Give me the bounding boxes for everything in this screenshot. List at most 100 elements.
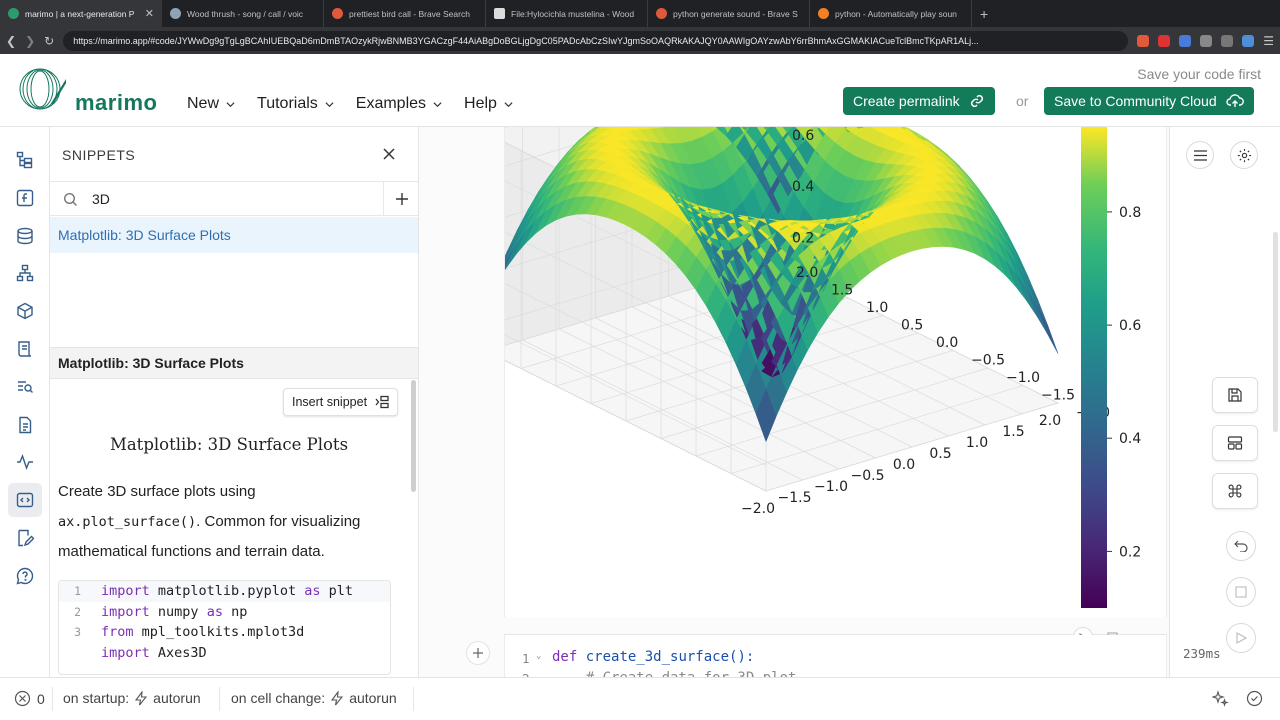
activity-icon[interactable]	[8, 453, 42, 471]
notebook-scrollbar[interactable]	[1273, 232, 1278, 432]
extension-icon[interactable]	[1158, 34, 1171, 47]
document-icon[interactable]	[8, 416, 42, 434]
startup-setting[interactable]: on startup: autorun	[63, 690, 201, 706]
panel-scrollbar[interactable]	[411, 380, 416, 492]
x-tick-label: −0.5	[851, 468, 885, 484]
download-icon[interactable]	[1221, 34, 1234, 47]
database-icon[interactable]	[8, 227, 42, 245]
z-tick-label: 0.2	[792, 230, 814, 246]
menu-tutorials[interactable]: Tutorials	[257, 95, 334, 113]
code-line: import Axes3D	[59, 643, 390, 664]
function-icon[interactable]	[8, 189, 42, 207]
x-tick-label: −2.0	[741, 501, 775, 517]
close-icon[interactable]	[382, 147, 396, 161]
file-tree-icon[interactable]	[8, 151, 42, 169]
colorbar-tick-label: 0.4	[1119, 431, 1141, 447]
browser-menu-icon[interactable]: ☰	[1263, 34, 1274, 48]
x-tick-label: 0.5	[929, 446, 951, 462]
x-tick-label: −1.5	[778, 490, 812, 506]
interrupt-button[interactable]	[1226, 577, 1256, 607]
package-icon[interactable]	[8, 302, 42, 320]
notebook-edit-icon[interactable]	[8, 529, 42, 547]
tab-title: Wood thrush - song / call / voic	[187, 8, 304, 19]
code-keyword: import	[101, 644, 150, 661]
play-icon	[1235, 632, 1247, 644]
forward-icon[interactable]: ❯	[25, 34, 35, 48]
favicon-icon	[494, 8, 505, 19]
change-label: on cell change:	[231, 690, 326, 706]
errors-indicator[interactable]: 0	[14, 690, 45, 707]
add-cell-button[interactable]	[466, 641, 490, 665]
browser-tab[interactable]: python - Automatically play soun	[810, 0, 972, 27]
divider	[413, 687, 414, 711]
reload-icon[interactable]: ↻	[44, 34, 54, 48]
command-palette-button[interactable]	[1212, 473, 1258, 509]
run-all-button[interactable]	[1226, 623, 1256, 653]
dependency-graph-icon[interactable]	[8, 264, 42, 282]
fold-icon[interactable]: ⌄	[536, 651, 541, 661]
new-tab-button[interactable]: +	[972, 0, 996, 27]
brave-shield-icon[interactable]	[1137, 34, 1150, 47]
snippet-result-item[interactable]: Matplotlib: 3D Surface Plots	[50, 217, 418, 253]
browser-tab[interactable]: python generate sound - Brave S	[648, 0, 810, 27]
extension-icon[interactable]	[1179, 34, 1192, 47]
tab-title: python - Automatically play soun	[835, 8, 957, 19]
browser-tab[interactable]: marimo | a next-generation P ✕	[0, 0, 162, 27]
insert-snippet-button[interactable]: Insert snippet	[283, 388, 399, 416]
create-permalink-button[interactable]: Create permalink	[843, 87, 995, 115]
undo-button[interactable]	[1226, 531, 1256, 561]
add-snippet-icon[interactable]	[383, 182, 418, 216]
menu-examples[interactable]: Examples	[356, 95, 442, 113]
layout-button[interactable]	[1212, 425, 1258, 461]
menu-new[interactable]: New	[187, 95, 235, 113]
browser-tab[interactable]: prettiest bird call - Brave Search	[324, 0, 486, 27]
snippet-heading: Matplotlib: 3D Surface Plots	[109, 435, 349, 454]
search-code-icon[interactable]	[8, 378, 42, 396]
code-line: 2 import numpy as np	[59, 602, 390, 623]
z-tick-label: 0.6	[792, 128, 814, 144]
error-count: 0	[37, 690, 45, 707]
code-keyword: as	[206, 603, 223, 620]
browser-toolbar: ❮ ❯ ↻ https://marimo.app/#code/JYWwDg9gT…	[0, 27, 1280, 54]
browser-tab-bar: marimo | a next-generation P ✕ Wood thrus…	[0, 0, 1280, 27]
desc-code: ax.plot_surface()	[58, 513, 197, 530]
code-keyword: def	[552, 649, 578, 665]
code-cell[interactable]: 1 ⌄ def create_3d_surface(): 2 # Create …	[504, 635, 1167, 686]
save-to-cloud-button[interactable]: Save to Community Cloud	[1044, 87, 1254, 115]
outline-toggle-button[interactable]	[1186, 141, 1214, 169]
x-tick-label: 0.0	[893, 457, 915, 473]
back-icon[interactable]: ❮	[6, 34, 16, 48]
snippets-panel: SNIPPETS Matplotlib: 3D Surface Plots Ma…	[50, 127, 419, 677]
wallet-icon[interactable]	[1242, 34, 1255, 47]
address-bar[interactable]: https://marimo.app/#code/JYWwDg9gTgLgBCA…	[63, 30, 1129, 51]
settings-button[interactable]	[1230, 141, 1258, 169]
marimo-logo-icon[interactable]	[18, 64, 66, 112]
save-button[interactable]	[1212, 377, 1258, 413]
help-icon[interactable]	[8, 567, 42, 585]
y-tick-label: 1.5	[831, 283, 853, 299]
snippets-icon[interactable]	[7, 483, 42, 518]
browser-tab[interactable]: Wood thrush - song / call / voic	[162, 0, 324, 27]
command-icon	[1228, 484, 1242, 498]
browser-tab[interactable]: File:Hylocichla mustelina - Wood	[486, 0, 648, 27]
lightning-icon	[331, 690, 344, 705]
code-text: matplotlib.pyplot	[149, 583, 305, 600]
close-tab-icon[interactable]: ✕	[145, 7, 154, 20]
extensions-puzzle-icon[interactable]	[1200, 34, 1213, 47]
status-check-button[interactable]	[1246, 690, 1263, 707]
right-toolbar: 239ms	[1169, 127, 1280, 677]
cell-change-setting[interactable]: on cell change: autorun	[231, 690, 397, 706]
y-tick-label: 2.0	[796, 265, 818, 281]
ai-assist-button[interactable]	[1212, 690, 1229, 707]
favicon-icon	[818, 8, 829, 19]
menu-help[interactable]: Help	[464, 95, 513, 113]
search-input[interactable]	[92, 190, 372, 208]
top-menu: New Tutorials Examples Help	[187, 95, 513, 113]
button-label: Insert snippet	[292, 395, 368, 409]
outline-icon[interactable]	[8, 340, 42, 358]
tab-title: marimo | a next-generation P	[25, 8, 135, 19]
y-tick-label: 1.0	[866, 300, 888, 316]
menu-lines-icon	[1193, 149, 1207, 161]
menu-label: New	[187, 95, 220, 112]
snippet-code-block[interactable]: 1 import matplotlib.pyplot as plt 2 import…	[58, 580, 391, 675]
